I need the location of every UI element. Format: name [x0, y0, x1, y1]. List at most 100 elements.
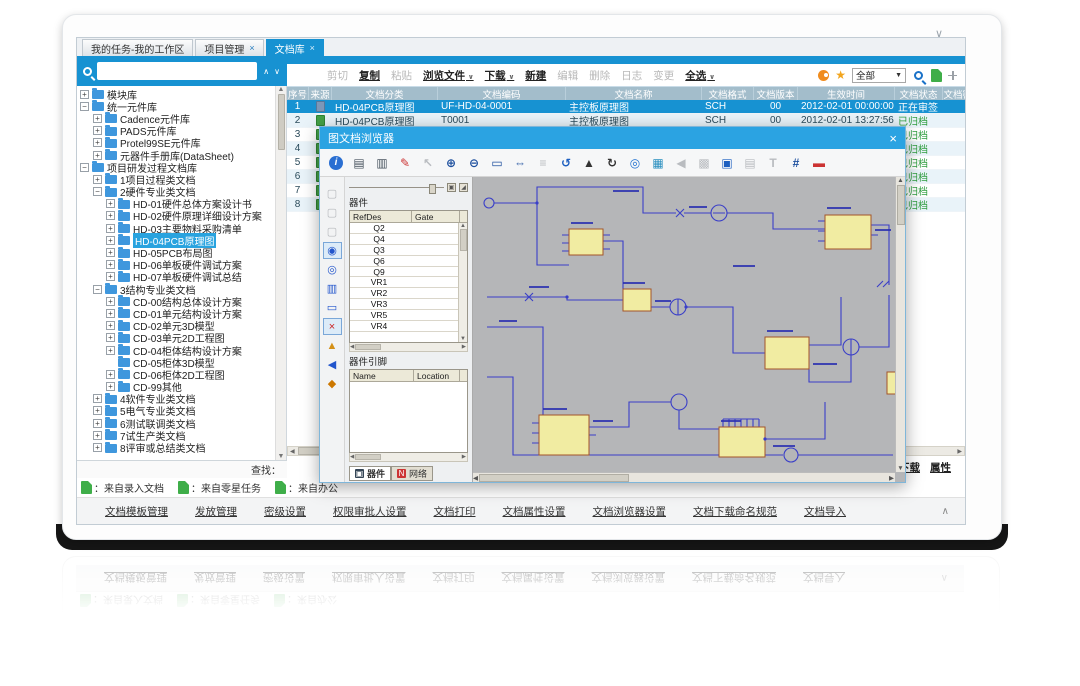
- column-header[interactable]: 文档状态: [895, 87, 943, 100]
- expand-icon[interactable]: +: [93, 394, 102, 403]
- layers-side-icon[interactable]: ▥: [323, 280, 342, 297]
- expand-view-icon[interactable]: [948, 71, 957, 80]
- scroll-thumb[interactable]: [897, 185, 905, 225]
- bottom-link[interactable]: 文档属性设置: [503, 504, 566, 519]
- zoom-in-icon[interactable]: ⊕: [441, 153, 461, 173]
- export-doc-icon[interactable]: [931, 69, 942, 82]
- expand-icon[interactable]: +: [106, 260, 115, 269]
- zoom-next-icon[interactable]: ▢: [323, 223, 342, 240]
- panel-tab-components[interactable]: ▣器件: [349, 466, 391, 481]
- canvas-vscrollbar[interactable]: ▲ ▼: [895, 177, 905, 472]
- magnify-icon[interactable]: ◎: [323, 261, 342, 278]
- view-undo-icon[interactable]: ↺: [556, 153, 576, 173]
- collapse-icon[interactable]: −: [80, 102, 89, 111]
- toolbar-item[interactable]: 下载 ∨: [485, 68, 515, 83]
- component-row[interactable]: Q2: [350, 223, 467, 234]
- column-header[interactable]: 文档密级: [943, 87, 965, 100]
- scroll-left-icon[interactable]: ◀: [350, 454, 354, 460]
- scroll-down-icon[interactable]: ▼: [460, 336, 466, 342]
- expand-icon[interactable]: +: [93, 443, 102, 452]
- expand-icon[interactable]: +: [106, 272, 115, 281]
- toolbar-item[interactable]: 新建: [525, 68, 546, 83]
- expand-icon[interactable]: +: [106, 333, 115, 342]
- grid-icon[interactable]: #: [786, 153, 806, 173]
- properties-link[interactable]: 属性: [930, 460, 951, 475]
- zoom-window-icon[interactable]: ▭: [487, 153, 507, 173]
- scroll-left-icon[interactable]: ◀: [350, 344, 354, 350]
- column-header[interactable]: 文档编码: [438, 87, 566, 100]
- panel-pin-icon[interactable]: ▣: [447, 183, 456, 192]
- birdseye-icon[interactable]: ◉: [323, 242, 342, 259]
- bottom-link[interactable]: 文档打印: [434, 504, 476, 519]
- scroll-right-icon[interactable]: ▶: [462, 344, 467, 350]
- flag-next-icon[interactable]: ◆: [323, 375, 342, 392]
- component-row[interactable]: Q4: [350, 234, 467, 245]
- expand-icon[interactable]: +: [80, 90, 89, 99]
- schematic-canvas[interactable]: ▲ ▼ ◀ ▶: [472, 177, 905, 482]
- column-header[interactable]: 文档版本: [754, 87, 798, 100]
- tree-search-input[interactable]: [97, 62, 257, 80]
- tab-3[interactable]: 文档库×: [266, 39, 324, 56]
- tree-item[interactable]: +Cadence元件库: [80, 112, 286, 124]
- viewer-titlebar[interactable]: 图文档浏览器 ×: [320, 127, 905, 149]
- column-header[interactable]: 文档名称: [566, 87, 702, 100]
- collapse-icon[interactable]: −: [93, 187, 102, 196]
- component-row[interactable]: Q6: [350, 256, 467, 267]
- column-header[interactable]: 来源: [309, 87, 332, 100]
- expand-icon[interactable]: +: [106, 297, 115, 306]
- scroll-up-icon[interactable]: ▲: [278, 86, 285, 93]
- expand-icon[interactable]: +: [93, 138, 102, 147]
- scroll-right-icon[interactable]: ▶: [462, 454, 467, 460]
- bottom-link[interactable]: 文档下载命名规范: [693, 504, 777, 519]
- bottom-link[interactable]: 文档导入: [804, 504, 846, 519]
- delete-markup-icon[interactable]: ×: [323, 318, 342, 335]
- tab-close-icon[interactable]: ×: [249, 44, 254, 53]
- viewport-icon[interactable]: ▦: [648, 153, 668, 173]
- tree-scrollbar[interactable]: ▲ ▼: [275, 86, 286, 460]
- expand-icon[interactable]: +: [106, 224, 115, 233]
- column-header[interactable]: 文档格式: [702, 87, 754, 100]
- canvas-hscrollbar[interactable]: ◀ ▶: [473, 472, 895, 482]
- scroll-thumb[interactable]: [278, 94, 285, 150]
- expand-icon[interactable]: +: [106, 199, 115, 208]
- table-search-icon[interactable]: [914, 71, 923, 80]
- component-row[interactable]: VR4: [350, 321, 467, 332]
- scroll-left-icon[interactable]: ◀: [288, 448, 297, 455]
- bottom-link[interactable]: 权限审批人设置: [333, 504, 407, 519]
- bottom-link[interactable]: 发放管理: [195, 504, 237, 519]
- expand-icon[interactable]: +: [106, 248, 115, 257]
- tab-2[interactable]: 项目管理×: [195, 39, 263, 56]
- zoom-prev-icon[interactable]: ▢: [323, 204, 342, 221]
- search-prev-icon[interactable]: ∧: [263, 67, 269, 76]
- toolbar-item[interactable]: 全选 ∨: [685, 68, 715, 83]
- collapse-bottom-chevron-icon[interactable]: ∧: [942, 506, 965, 517]
- expand-icon[interactable]: +: [106, 309, 115, 318]
- close-icon[interactable]: ×: [889, 132, 897, 145]
- import-view-icon[interactable]: ▣: [717, 153, 737, 173]
- zoom-fit-icon[interactable]: ⇔: [510, 153, 530, 173]
- orbit-icon[interactable]: ↻: [602, 153, 622, 173]
- pin-column-header[interactable]: Location: [414, 370, 460, 381]
- search-prev-next[interactable]: ∧ ∨: [260, 67, 283, 76]
- scroll-up-icon[interactable]: ▲: [897, 177, 903, 184]
- scroll-down-icon[interactable]: ▼: [897, 465, 903, 472]
- scroll-down-icon[interactable]: ▼: [278, 453, 285, 460]
- scroll-right-icon[interactable]: ▶: [889, 474, 895, 482]
- pan-up-icon[interactable]: ▲: [579, 153, 599, 173]
- expand-icon[interactable]: +: [106, 211, 115, 220]
- scroll-thumb[interactable]: [355, 344, 381, 350]
- panel-tab-nets[interactable]: N网络: [391, 466, 433, 481]
- tab-1[interactable]: 我的任务-我的工作区: [82, 39, 193, 56]
- expand-icon[interactable]: +: [106, 346, 115, 355]
- scroll-right-icon[interactable]: ▶: [955, 448, 964, 455]
- column-header[interactable]: 序号: [287, 87, 309, 100]
- expand-icon[interactable]: +: [106, 321, 115, 330]
- panel-slider[interactable]: [349, 187, 444, 188]
- recent-icon[interactable]: [818, 70, 829, 81]
- find-icon[interactable]: ◎: [625, 153, 645, 173]
- scroll-thumb[interactable]: [355, 454, 381, 460]
- expand-icon[interactable]: +: [93, 175, 102, 184]
- comp-column-header[interactable]: RefDes: [350, 211, 412, 222]
- component-row[interactable]: Q9: [350, 267, 467, 278]
- info-icon[interactable]: i: [326, 153, 346, 173]
